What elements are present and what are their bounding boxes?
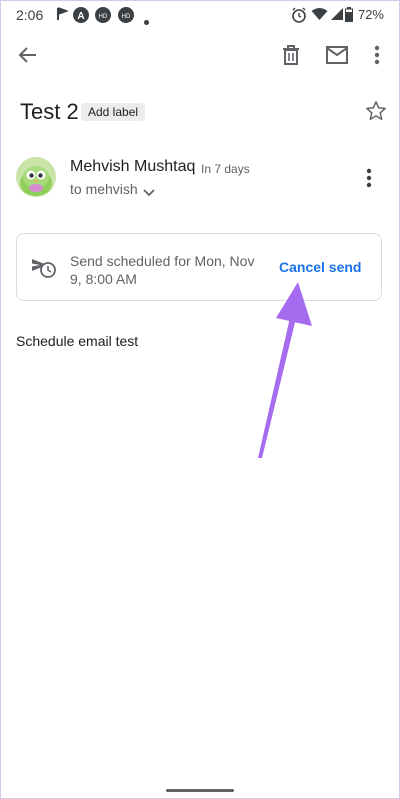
mail-icon[interactable] <box>325 43 349 67</box>
status-time: 2:06 <box>16 7 44 23</box>
svg-text:HD: HD <box>99 14 108 20</box>
arrow-back-icon[interactable] <box>16 43 40 67</box>
more-vert-icon[interactable] <box>365 43 389 67</box>
add-label-button[interactable]: Add label <box>81 103 146 121</box>
chevron-down-icon[interactable] <box>143 184 155 202</box>
status-bar: 2:06 A HD HD 72% <box>0 0 400 30</box>
toolbar <box>0 30 400 80</box>
send-time: In 7 days <box>201 162 250 176</box>
scheduled-send-card: Send scheduled for Mon, Nov 9, 8:00 AM C… <box>16 233 382 301</box>
hd-icon: HD <box>95 7 111 28</box>
message-more-icon[interactable] <box>366 168 372 193</box>
cancel-send-button[interactable]: Cancel send <box>279 259 361 275</box>
email-subject: Test 2 <box>20 99 79 124</box>
alarm-icon <box>291 7 307 28</box>
recipient-line[interactable]: to mehvish <box>70 181 138 197</box>
svg-text:A: A <box>77 11 84 22</box>
navigation-handle[interactable] <box>166 789 234 792</box>
sender-name[interactable]: Mehvish Mushtaq <box>70 158 195 176</box>
wifi-icon <box>311 7 328 26</box>
svg-text:HD: HD <box>122 14 131 20</box>
hd-icon: HD <box>118 7 134 28</box>
email-body: Schedule email test <box>16 333 139 349</box>
signal-icon <box>330 7 344 26</box>
navigation-icon <box>56 7 69 26</box>
scheduled-send-icon <box>31 257 57 284</box>
battery-percent: 72% <box>357 7 384 22</box>
a-badge-icon: A <box>73 7 89 28</box>
star-icon[interactable] <box>365 100 387 127</box>
dot-icon <box>144 12 149 30</box>
battery-icon <box>345 7 353 27</box>
trash-icon[interactable] <box>279 43 303 67</box>
avatar[interactable] <box>16 157 56 197</box>
scheduled-send-text: Send scheduled for Mon, Nov 9, 8:00 AM <box>70 253 255 287</box>
